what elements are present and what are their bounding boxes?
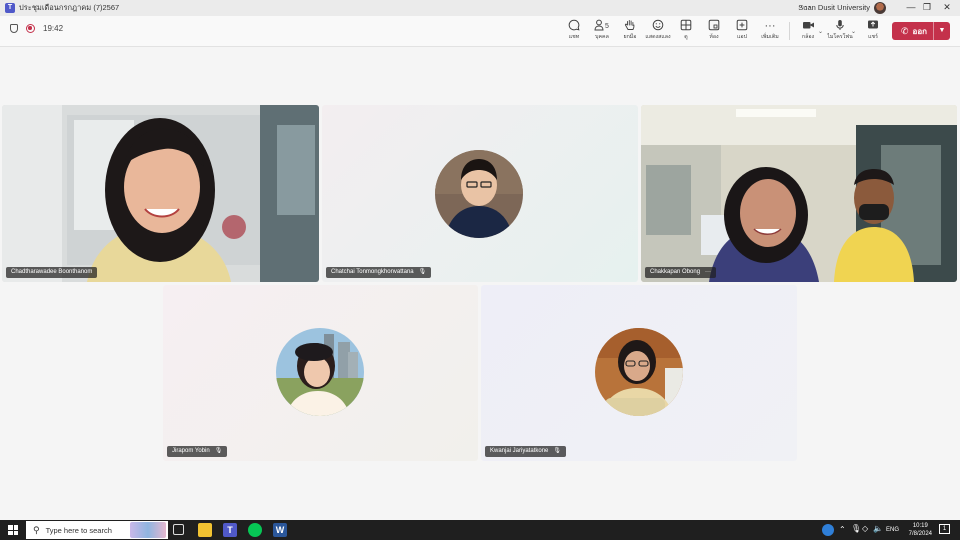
file-explorer-icon[interactable]	[198, 523, 212, 537]
notification-icon[interactable]: 1	[939, 524, 950, 534]
camera-options-chevron-icon[interactable]: ⌄	[818, 28, 823, 35]
view-icon	[672, 19, 700, 33]
close-window-icon[interactable]: ✕	[940, 2, 954, 13]
more-icon: ···	[764, 20, 776, 32]
elapsed-time: 19:42	[43, 24, 64, 33]
search-highlight-icon[interactable]	[130, 522, 166, 538]
language-indicator[interactable]: ENG	[886, 527, 899, 533]
toolbar-divider	[789, 22, 790, 40]
participant-avatar	[595, 328, 683, 416]
window-title: ประชุมเดือนกรกฎาคม (7)2567	[19, 3, 120, 12]
organization-name[interactable]: Suan Dusit University	[798, 3, 870, 12]
microphone-tray-icon[interactable]: 🎙	[851, 524, 861, 533]
people-count-badge: 5	[605, 23, 609, 30]
participant-name-tag: Jirapom Yobin 🎙	[167, 446, 228, 457]
mic-muted-icon: 🎙	[553, 448, 561, 454]
apps-button[interactable]: แอป	[728, 19, 756, 41]
word-app-icon[interactable]: W	[273, 523, 287, 537]
line-app-icon[interactable]	[248, 523, 262, 537]
apps-icon	[728, 19, 756, 33]
account-avatar[interactable]	[874, 2, 886, 14]
raise-hand-button[interactable]: ยกมือ	[616, 19, 644, 41]
taskbar: ⚲ Type here to search T W ⌃ 🎙 ◇ 🔈 ENG 10…	[0, 520, 960, 540]
leave-button[interactable]: ✆ ออก ▼	[892, 22, 950, 40]
minimize-icon[interactable]: —	[904, 2, 918, 12]
chat-icon	[560, 19, 588, 33]
system-clock[interactable]: 10:19 7/8/2024	[909, 522, 932, 538]
react-button[interactable]: แสดงสแลง	[644, 19, 672, 41]
volume-icon[interactable]: 🔈	[873, 524, 883, 533]
rooms-icon	[700, 19, 728, 33]
react-icon	[644, 19, 672, 33]
task-view-icon[interactable]	[173, 524, 184, 535]
participant-tile[interactable]: Kwanjai Jariyatatkone 🎙	[481, 285, 797, 461]
participant-video	[641, 105, 957, 282]
view-button[interactable]: ดู	[672, 19, 700, 41]
participant-avatar	[435, 150, 523, 238]
people-button[interactable]: 5 บุคคล	[588, 19, 616, 41]
chat-button[interactable]: แชท	[560, 19, 588, 41]
participant-name-tag: Chatchai Tonmongkhonvattana 🎙	[326, 267, 432, 278]
mic-options-chevron-icon[interactable]: ⌄	[851, 28, 856, 35]
clock-date: 7/8/2024	[908, 531, 932, 537]
participant-tile[interactable]: Chadtharawadee Boonthanom	[2, 105, 319, 282]
search-placeholder: Type here to search	[45, 525, 112, 535]
participant-tile[interactable]: Chatchai Tonmongkhonvattana 🎙	[322, 105, 638, 282]
participant-avatar	[276, 328, 364, 416]
raise-hand-icon	[616, 19, 644, 33]
windows-start-icon[interactable]	[8, 525, 18, 535]
participant-name-tag: Chadtharawadee Boonthanom	[6, 267, 98, 278]
teams-taskbar-icon[interactable]: T	[223, 523, 237, 537]
mic-muted-icon: 🎙	[214, 448, 223, 454]
rooms-button[interactable]: ห้อง	[700, 19, 728, 41]
restore-icon[interactable]: ❐	[920, 2, 934, 13]
more-button[interactable]: ··· เพิ่มเติม	[756, 19, 784, 41]
participant-video	[2, 105, 319, 282]
meeting-toolbar: 19:42 แชท 5 บุคคล ยกมือ แสดงสแลง ดู ห้อง…	[0, 16, 960, 47]
participant-name-tag: Chakkapan Obong ···	[645, 267, 717, 278]
title-bar: T ประชุมเดือนกรกฎาคม (7)2567 ··· Suan Du…	[0, 0, 960, 16]
participant-more-icon[interactable]: ···	[705, 267, 711, 278]
wifi-icon[interactable]: ◇	[862, 524, 868, 533]
leave-options-chevron-icon[interactable]: ▼	[933, 22, 950, 40]
people-icon: 5	[588, 19, 616, 33]
mic-muted-icon: 🎙	[418, 269, 427, 275]
participant-tile[interactable]: Jirapom Yobin 🎙	[163, 285, 478, 461]
shield-icon[interactable]	[10, 24, 18, 33]
share-button[interactable]: แชร์	[859, 19, 887, 41]
search-icon: ⚲	[33, 524, 40, 535]
participant-tile[interactable]: Chakkapan Obong ···	[641, 105, 957, 282]
mic-icon	[826, 19, 854, 33]
microphone-button[interactable]: ไมโครโฟน	[826, 19, 854, 41]
show-hidden-icons-chevron-icon[interactable]: ⌃	[839, 525, 846, 534]
recording-icon	[26, 24, 35, 33]
weather-icon[interactable]	[822, 524, 834, 536]
teams-logo-icon: T	[5, 3, 15, 13]
share-icon	[859, 19, 887, 33]
clock-time: 10:19	[912, 523, 928, 529]
participant-name-tag: Kwanjai Jariyatatkone 🎙	[485, 446, 566, 457]
leave-label: ออก	[912, 26, 927, 36]
phone-hangup-icon: ✆	[901, 25, 909, 36]
